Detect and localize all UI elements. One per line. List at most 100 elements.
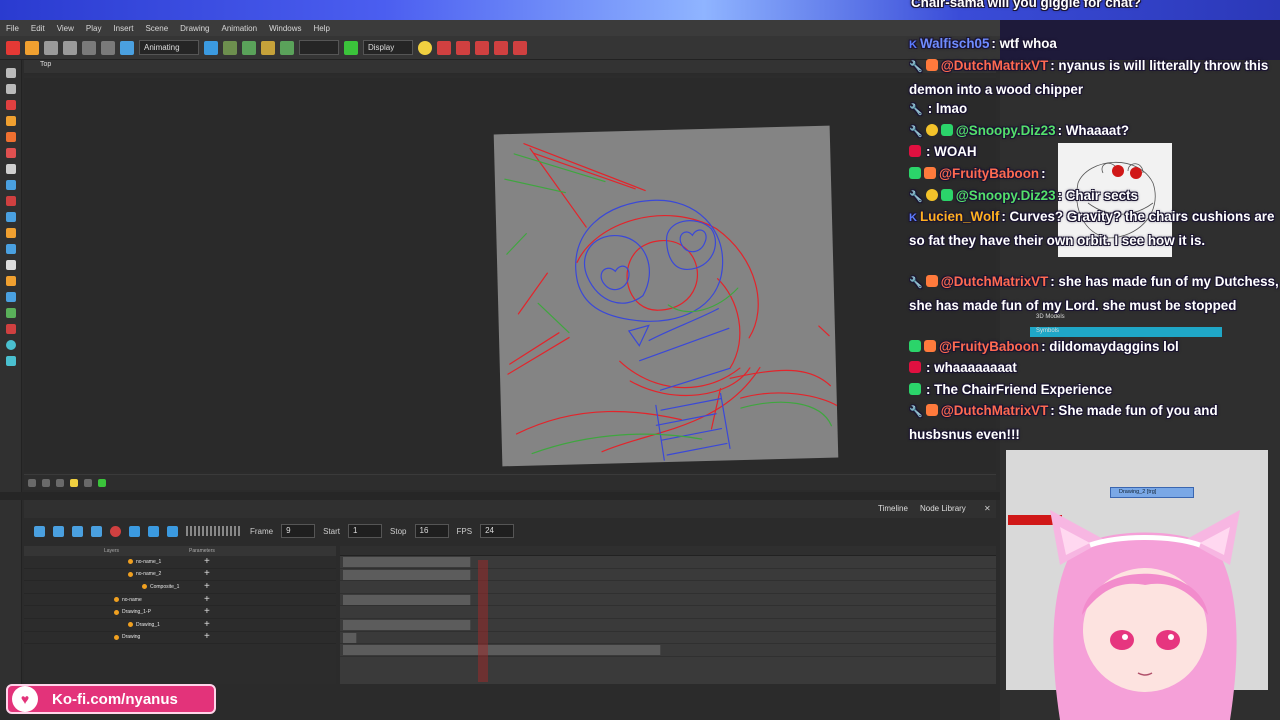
brush-tool-icon[interactable]: [5, 100, 16, 110]
eraser-tool-icon[interactable]: [5, 132, 16, 142]
lightbulb-icon[interactable]: [418, 40, 432, 55]
menu-drawing[interactable]: Drawing: [174, 24, 215, 33]
playhead[interactable]: [478, 560, 488, 682]
record-icon[interactable]: [110, 525, 121, 537]
chat-text: Chair-sama will you giggle for chat?: [911, 0, 1141, 10]
layer-row[interactable]: no-name +: [24, 594, 336, 607]
menu-scene[interactable]: Scene: [139, 24, 174, 33]
layout-icon[interactable]: [204, 40, 218, 55]
onion-next-icon[interactable]: [475, 40, 489, 55]
status-icon-1[interactable]: [28, 479, 36, 487]
frame-row[interactable]: [340, 569, 996, 582]
start-field[interactable]: 1: [348, 524, 383, 538]
onion-frames-icon[interactable]: [494, 40, 508, 55]
frame-row[interactable]: [340, 606, 996, 619]
chat-text: : The ChairFriend Experience: [926, 382, 1113, 397]
menu-help[interactable]: Help: [308, 24, 336, 33]
reposition-tool-icon[interactable]: [5, 340, 16, 350]
menu-file[interactable]: File: [0, 24, 25, 33]
tl-tool-icon-4[interactable]: [91, 525, 102, 537]
menu-insert[interactable]: Insert: [107, 24, 139, 33]
hand-tool-icon[interactable]: [5, 260, 16, 270]
play-icon[interactable]: [129, 525, 140, 537]
line-tool-icon[interactable]: [5, 196, 16, 206]
checkmark-icon[interactable]: [344, 40, 358, 55]
workspace-mode-select[interactable]: Animating: [139, 40, 199, 55]
tl-tool-icon-1[interactable]: [34, 525, 45, 537]
frame-ruler[interactable]: [340, 546, 996, 556]
status-icon-5[interactable]: [84, 479, 92, 487]
tl-tool-icon-2[interactable]: [53, 525, 64, 537]
dropper-tool-icon[interactable]: [5, 228, 16, 238]
close-icon[interactable]: ✕: [984, 504, 991, 513]
chat-overlay: Chair-sama will you giggle for chat? K Wal…: [905, 0, 1280, 450]
save-icon[interactable]: [44, 40, 58, 55]
import-icon[interactable]: [120, 40, 134, 55]
transform-tool-icon[interactable]: [5, 292, 16, 302]
tab-node-library[interactable]: Node Library: [920, 504, 966, 513]
text-tool-icon[interactable]: [5, 164, 16, 174]
loop-icon[interactable]: [148, 525, 159, 537]
frame-grid[interactable]: [340, 546, 996, 684]
rotate-tool-icon[interactable]: [5, 308, 16, 318]
fill-tool-icon[interactable]: [5, 212, 16, 222]
peg-icon[interactable]: [261, 40, 275, 55]
pencil-tool-icon[interactable]: [5, 116, 16, 126]
panel-divider[interactable]: [0, 492, 1000, 500]
zoom-tool-icon[interactable]: [5, 276, 16, 286]
stop-field[interactable]: 16: [414, 524, 449, 538]
frame-row[interactable]: [340, 581, 996, 594]
undo-icon[interactable]: [82, 40, 96, 55]
status-icon-4[interactable]: [70, 479, 78, 487]
menu-animation[interactable]: Animation: [216, 24, 264, 33]
frame-row[interactable]: [340, 594, 996, 607]
fps-field[interactable]: 24: [480, 524, 515, 538]
layer-row[interactable]: Drawing_1-P +: [24, 606, 336, 619]
transform-icon[interactable]: [223, 40, 237, 55]
hierarchy-icon[interactable]: [242, 40, 256, 55]
speed-slider[interactable]: [186, 526, 242, 536]
frame-field[interactable]: 9: [281, 524, 316, 538]
redo-icon[interactable]: [101, 40, 115, 55]
node-drawing-2[interactable]: Drawing_2 [trg]: [1110, 487, 1194, 498]
menu-windows[interactable]: Windows: [263, 24, 307, 33]
layer-row[interactable]: no-name_2 +: [24, 569, 336, 582]
kofi-badge[interactable]: ♥ Ko-fi.com/nyanus: [6, 684, 216, 714]
menu-play[interactable]: Play: [80, 24, 108, 33]
cutter-tool-icon[interactable]: [5, 244, 16, 254]
frame-row[interactable]: [340, 644, 996, 657]
save-as-icon[interactable]: [63, 40, 77, 55]
layer-row[interactable]: no-name_1 +: [24, 556, 336, 569]
moderator-wrench-icon: 🔧: [909, 126, 923, 138]
layers-tool-icon[interactable]: [5, 356, 16, 366]
frame-row[interactable]: [340, 619, 996, 632]
onion-skin-icon[interactable]: [437, 40, 451, 55]
zoom-select[interactable]: [299, 40, 339, 55]
layer-row[interactable]: Drawing_1 +: [24, 619, 336, 632]
sound-icon[interactable]: [167, 525, 178, 537]
frame-row[interactable]: [340, 632, 996, 645]
contour-tool-icon[interactable]: [5, 84, 16, 94]
layer-row[interactable]: Composite_1 +: [24, 581, 336, 594]
frame-row[interactable]: [340, 556, 996, 569]
tab-timeline[interactable]: Timeline: [878, 504, 908, 513]
status-icon-2[interactable]: [42, 479, 50, 487]
shape-tool-icon[interactable]: [5, 180, 16, 190]
group-icon[interactable]: [280, 40, 294, 55]
select-tool-icon[interactable]: [5, 68, 16, 78]
canvas-paper[interactable]: [493, 125, 839, 467]
menu-view[interactable]: View: [51, 24, 80, 33]
menu-edit[interactable]: Edit: [25, 24, 51, 33]
status-icon-3[interactable]: [56, 479, 64, 487]
onion-prev-icon[interactable]: [456, 40, 470, 55]
new-icon[interactable]: [6, 40, 20, 55]
gift-badge-icon: [925, 404, 938, 416]
morph-tool-icon[interactable]: [5, 324, 16, 334]
display-select[interactable]: Display: [363, 40, 413, 55]
paint-tool-icon[interactable]: [5, 148, 16, 158]
onion-range-icon[interactable]: [513, 40, 527, 55]
open-icon[interactable]: [25, 40, 39, 55]
status-icon-6[interactable]: [98, 479, 106, 487]
tl-tool-icon-3[interactable]: [72, 525, 83, 537]
layer-row[interactable]: Drawing +: [24, 632, 336, 645]
